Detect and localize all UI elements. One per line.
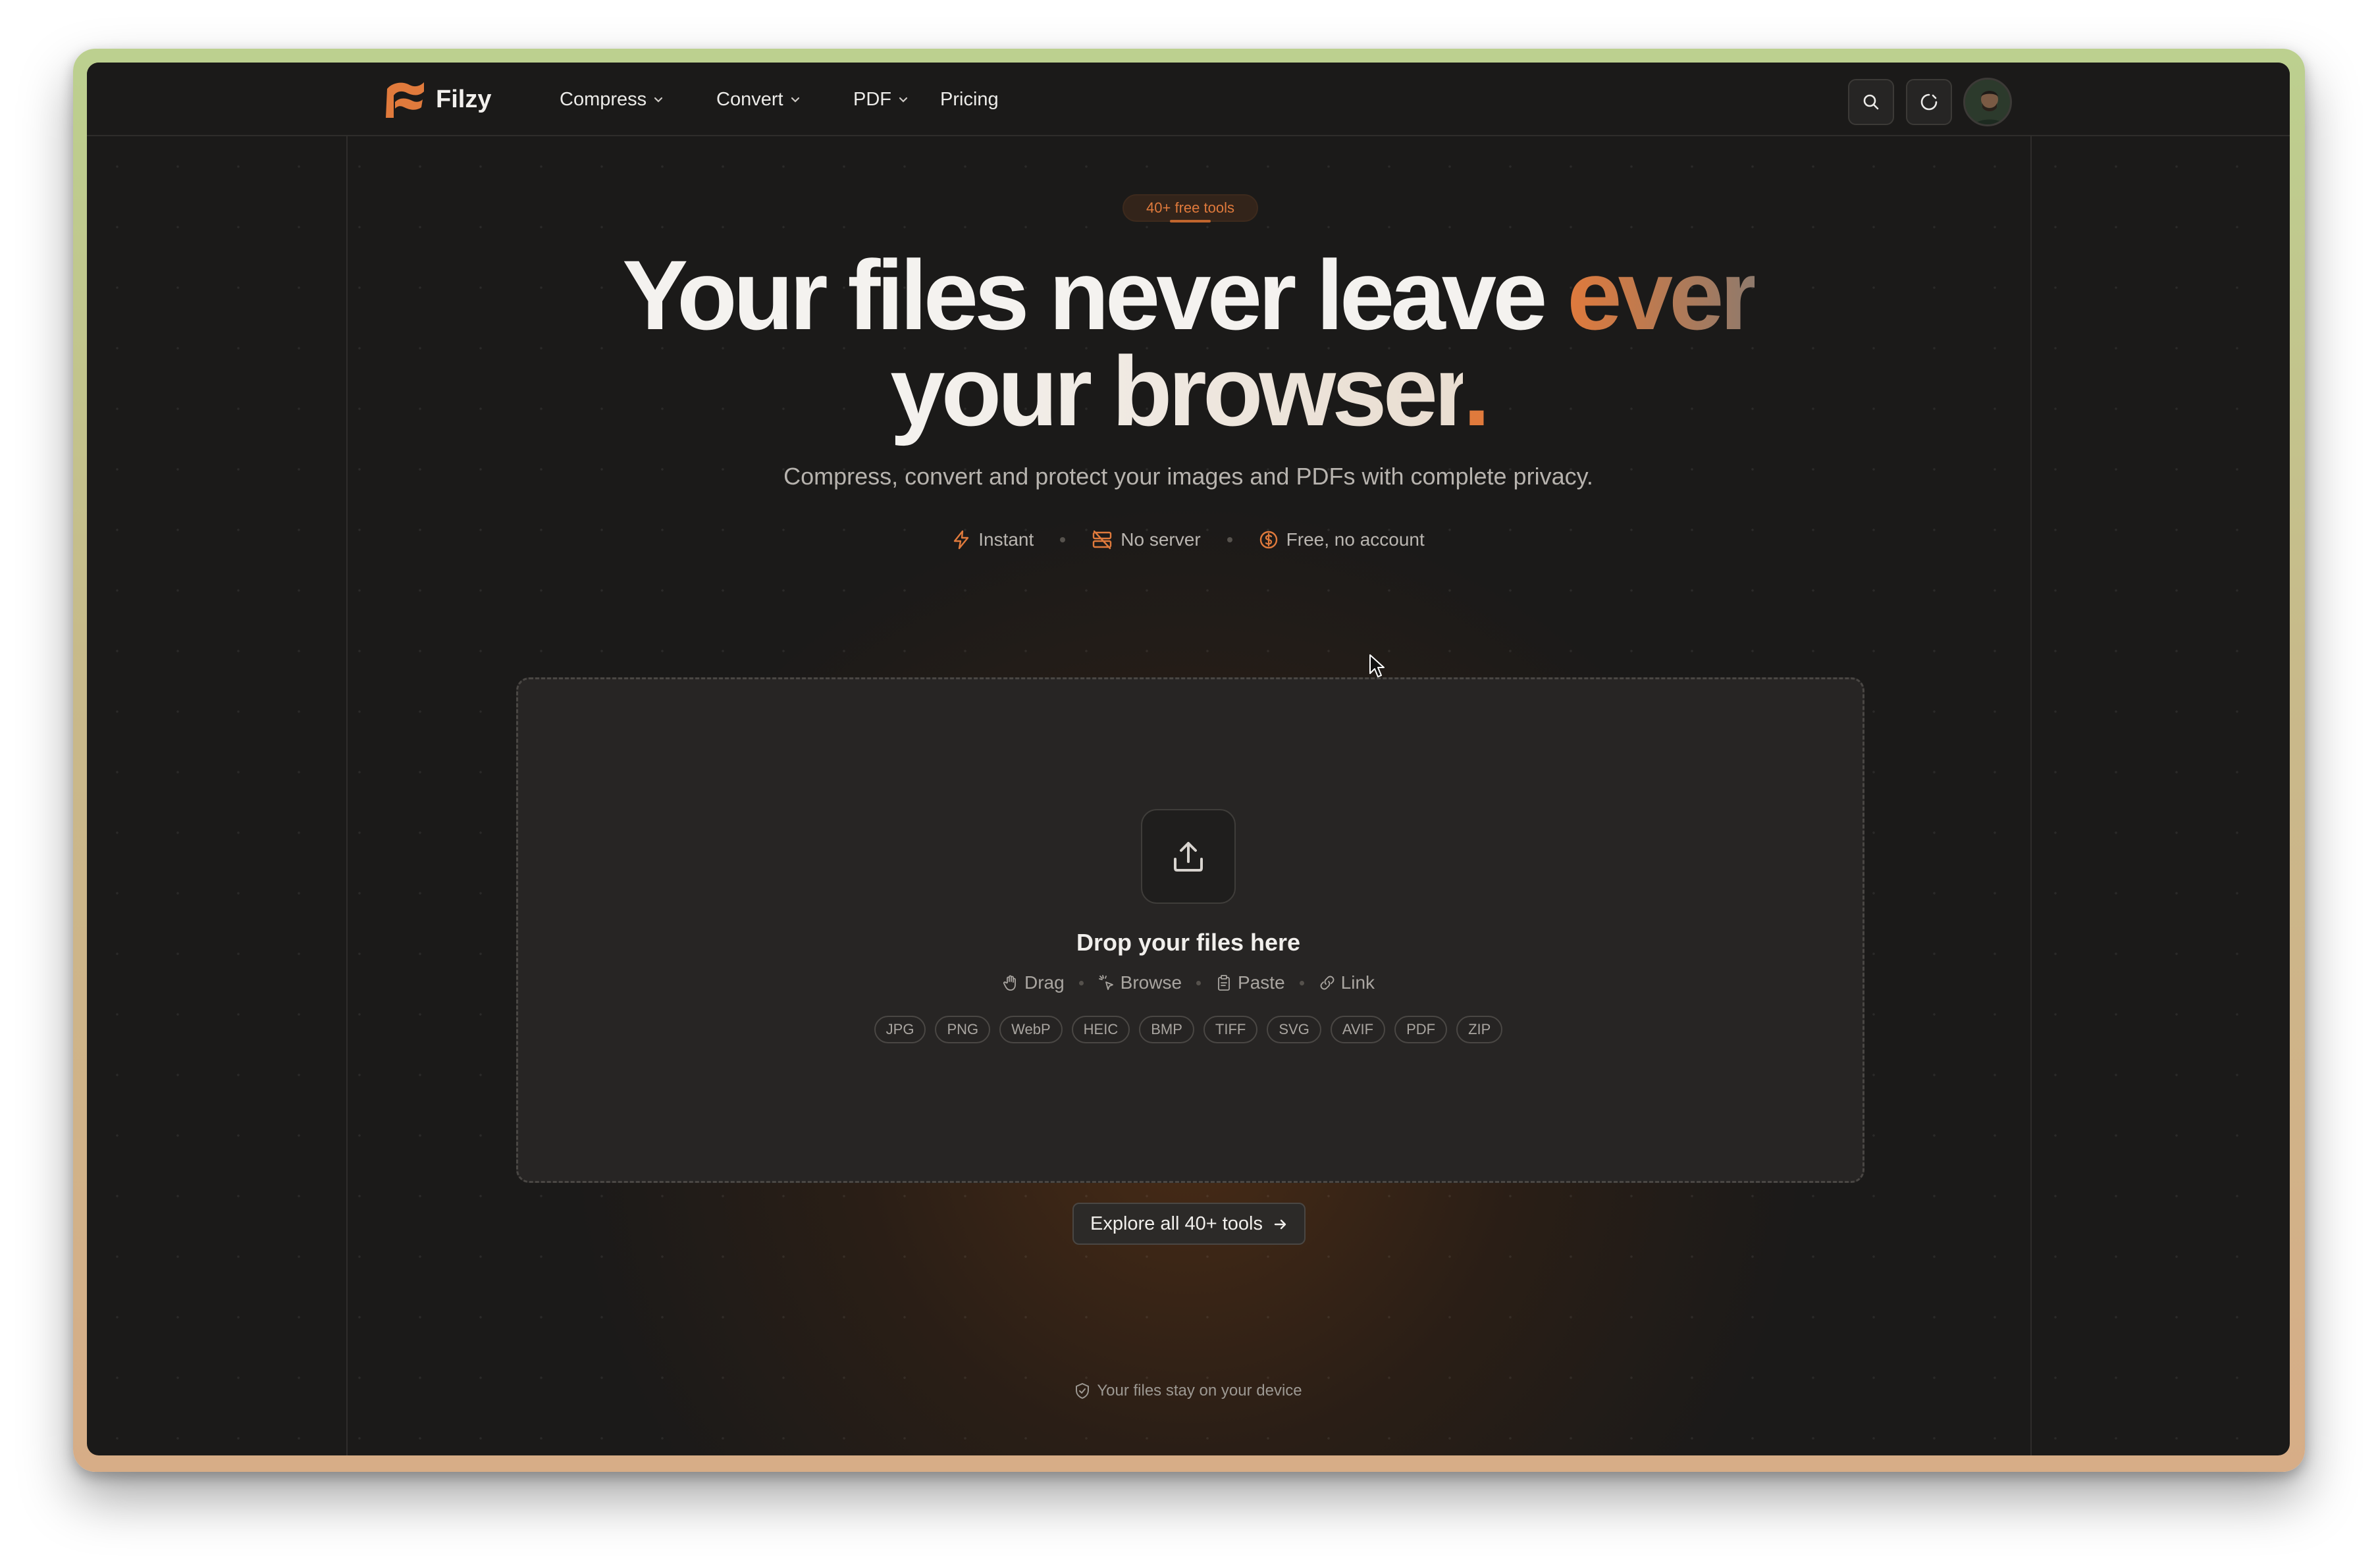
separator-dot	[1060, 537, 1066, 542]
search-icon	[1863, 94, 1879, 110]
format-tag: PDF	[1394, 1016, 1448, 1043]
arrow-right-icon	[1274, 1220, 1286, 1230]
feature-list: Instant No server Free, no account	[87, 523, 2290, 556]
upload-button[interactable]	[1141, 809, 1236, 904]
method-browse[interactable]: Browse	[1098, 972, 1182, 993]
method-label: Browse	[1120, 972, 1182, 993]
chevron-down-icon	[654, 97, 663, 103]
headline-line-1: Your files never leave ever	[87, 246, 2290, 344]
separator-dot	[1227, 537, 1232, 542]
shield-check-icon	[1076, 1383, 1090, 1399]
tools-count-badge: 40+ free tools	[1123, 194, 1258, 222]
headline-text-2: your browser	[890, 336, 1467, 446]
server-off-icon	[1093, 530, 1112, 550]
privacy-note: Your files stay on your device	[87, 1382, 2290, 1400]
method-link[interactable]: Link	[1319, 972, 1375, 993]
headline-accent: ever	[1567, 240, 1758, 350]
nav-pdf[interactable]: PDF	[853, 81, 909, 118]
nav-compress-label: Compress	[560, 89, 647, 110]
privacy-note-text: Your files stay on your device	[1097, 1382, 1302, 1399]
pointer-click-icon	[1098, 975, 1113, 990]
coin-icon	[1259, 531, 1277, 549]
separator-dot	[1078, 980, 1084, 985]
avatar[interactable]	[1963, 78, 2012, 126]
headline-period: .	[1463, 336, 1491, 446]
feature-label: No server	[1121, 529, 1201, 550]
feature-instant: Instant	[952, 529, 1034, 550]
nav-convert[interactable]: Convert	[716, 81, 801, 118]
format-tag: HEIC	[1071, 1016, 1130, 1043]
nav-pricing-label: Pricing	[940, 89, 999, 110]
window-frame: Filzy Compress Convert PDF Pricing 40+ f…	[73, 49, 2305, 1472]
format-tag: SVG	[1267, 1016, 1321, 1043]
separator-dot	[1196, 980, 1202, 985]
format-tag: ZIP	[1456, 1016, 1503, 1043]
chevron-down-icon	[899, 97, 908, 103]
method-label: Link	[1340, 972, 1375, 993]
hand-icon	[1003, 975, 1016, 991]
method-drag[interactable]: Drag	[1002, 972, 1065, 993]
mouse-cursor-icon	[1369, 654, 1385, 677]
headline-line-2: your browser.	[87, 342, 2290, 440]
nav-pricing[interactable]: Pricing	[940, 81, 999, 118]
format-tag: WebP	[999, 1016, 1063, 1043]
search-button[interactable]	[1848, 79, 1894, 125]
chevron-down-icon	[791, 97, 799, 103]
badge-underline	[1170, 220, 1211, 222]
filzy-logo-icon[interactable]	[383, 80, 425, 119]
nav-compress[interactable]: Compress	[560, 81, 664, 118]
brand-name[interactable]: Filzy	[436, 81, 491, 118]
headline-text: Your files never leave	[622, 240, 1568, 350]
nav-convert-label: Convert	[716, 89, 783, 110]
supported-formats: JPG PNG WebP HEIC BMP TIFF SVG AVIF PDF …	[87, 1016, 2290, 1043]
format-tag: JPG	[874, 1016, 926, 1043]
method-label: Drag	[1024, 972, 1065, 993]
dropzone-title: Drop your files here	[1076, 929, 1301, 956]
nav-pdf-label: PDF	[853, 89, 891, 110]
feature-no-server: No server	[1092, 529, 1201, 550]
method-label: Paste	[1238, 972, 1285, 993]
lightning-icon	[954, 530, 969, 550]
feature-free: Free, no account	[1259, 529, 1425, 550]
format-tag: PNG	[935, 1016, 991, 1043]
browser-viewport: Filzy Compress Convert PDF Pricing 40+ f…	[87, 63, 2290, 1455]
method-paste[interactable]: Paste	[1215, 972, 1285, 993]
feature-label: Free, no account	[1286, 529, 1425, 550]
avatar-photo	[1965, 80, 2010, 124]
feature-label: Instant	[978, 529, 1034, 550]
format-tag: AVIF	[1330, 1016, 1386, 1043]
format-tag: TIFF	[1203, 1016, 1258, 1043]
top-navbar: Filzy Compress Convert PDF Pricing	[87, 63, 2290, 136]
separator-dot	[1299, 980, 1304, 985]
hero-subtitle: Compress, convert and protect your image…	[783, 463, 1593, 490]
hero-headline: Your files never leave ever your browser…	[87, 246, 2290, 440]
theme-toggle-icon	[1920, 93, 1938, 111]
explore-label: Explore all 40+ tools	[1090, 1213, 1263, 1234]
link-icon	[1320, 976, 1334, 990]
upload-icon	[1174, 842, 1203, 872]
theme-toggle-button[interactable]	[1906, 79, 1952, 125]
explore-tools-button[interactable]: Explore all 40+ tools	[1072, 1203, 1306, 1245]
format-tag: BMP	[1139, 1016, 1194, 1043]
clipboard-icon	[1218, 975, 1230, 991]
upload-methods: Drag Browse Paste Link	[87, 968, 2290, 997]
